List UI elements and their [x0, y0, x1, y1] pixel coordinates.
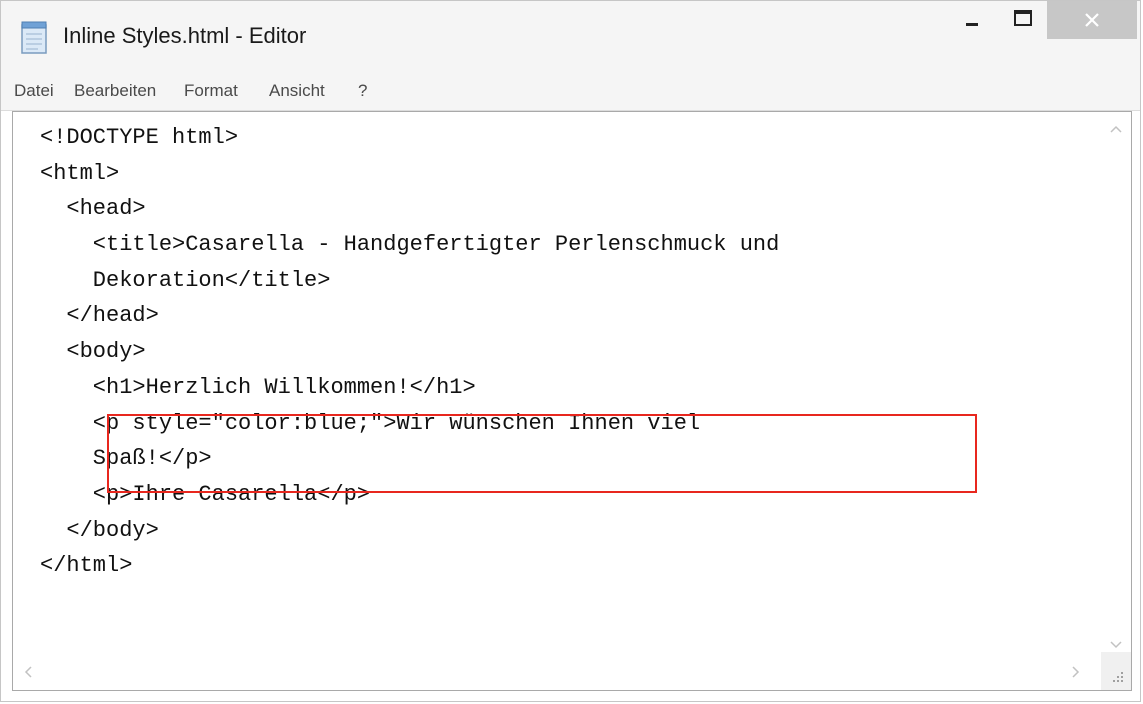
- minimize-button[interactable]: [945, 1, 999, 39]
- horizontal-scrollbar[interactable]: [13, 652, 1101, 690]
- code-line: <body>: [40, 339, 146, 365]
- close-icon: [1085, 13, 1099, 27]
- title-bar[interactable]: Inline Styles.html - Editor: [1, 1, 1140, 75]
- menu-help[interactable]: ?: [358, 81, 367, 101]
- code-content[interactable]: <!DOCTYPE html> <html> <head> <title>Cas…: [13, 120, 1103, 584]
- close-button[interactable]: [1047, 1, 1137, 39]
- text-editor[interactable]: <!DOCTYPE html> <html> <head> <title>Cas…: [12, 111, 1132, 691]
- editor-window: Inline Styles.html - Editor Datei Bearbe…: [0, 0, 1141, 702]
- code-line: <!DOCTYPE html>: [40, 125, 239, 150]
- code-line: Dekoration</title>: [40, 267, 331, 293]
- maximize-button[interactable]: [999, 1, 1047, 39]
- code-line: <head>: [40, 196, 146, 222]
- window-title: Inline Styles.html - Editor: [63, 23, 307, 48]
- code-line: <html>: [40, 160, 120, 186]
- code-line: </body>: [40, 517, 159, 543]
- menu-format[interactable]: Format: [184, 81, 238, 101]
- code-line: </head>: [40, 303, 159, 329]
- code-line: </html>: [40, 553, 133, 579]
- scroll-down-icon[interactable]: [1109, 640, 1123, 650]
- scroll-up-icon[interactable]: [1109, 124, 1123, 134]
- code-line: <h1>Herzlich Willkommen!</h1>: [40, 374, 476, 400]
- menu-datei[interactable]: Datei: [14, 81, 54, 101]
- scroll-left-icon[interactable]: [23, 665, 33, 679]
- maximize-icon: [1014, 10, 1032, 26]
- minimize-icon: [966, 23, 978, 26]
- menu-bearbeiten[interactable]: Bearbeiten: [74, 81, 156, 101]
- scroll-right-icon[interactable]: [1071, 665, 1081, 679]
- resize-grip-icon: [1113, 672, 1123, 682]
- vertical-scrollbar[interactable]: [1101, 112, 1131, 652]
- code-line: <title>Casarella - Handgefertigter Perle…: [40, 232, 780, 258]
- notepad-icon: [21, 21, 47, 54]
- menu-bar: Datei Bearbeiten Format Ansicht ?: [1, 75, 1140, 111]
- menu-ansicht[interactable]: Ansicht: [269, 81, 325, 101]
- resize-grip[interactable]: [1101, 652, 1131, 690]
- highlight-box: [107, 414, 977, 493]
